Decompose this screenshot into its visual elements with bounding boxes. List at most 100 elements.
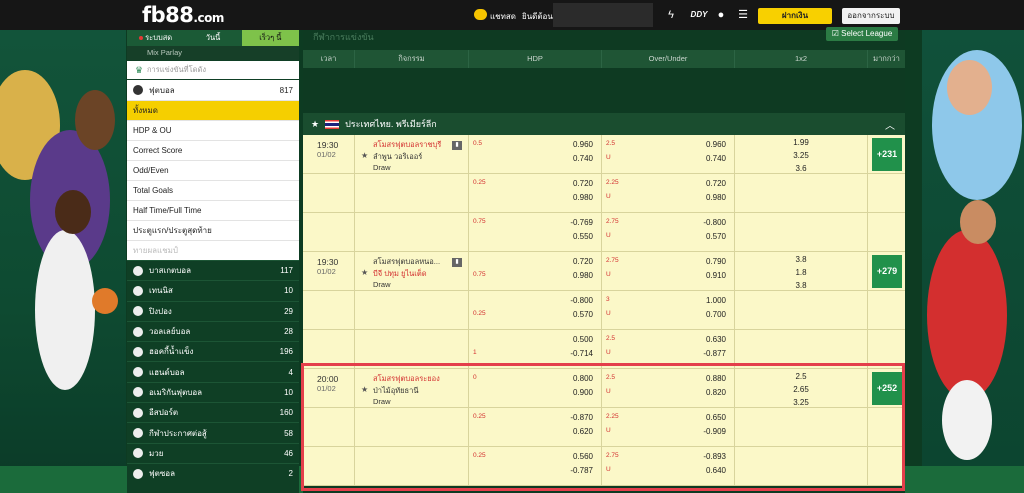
hdp-cell: 0.75 -0.769 0.550 xyxy=(469,213,602,251)
under-odd[interactable]: 0.910 xyxy=(706,271,726,280)
ddy-icon[interactable]: DDY xyxy=(690,8,708,22)
match-date: 01/02 xyxy=(317,384,336,393)
over-odd[interactable]: 1.000 xyxy=(706,296,726,305)
hdp-odd-away[interactable]: 0.620 xyxy=(573,427,593,436)
hdp-odd-away[interactable]: 0.980 xyxy=(573,193,593,202)
sidebar-item-boxing[interactable]: มวย 46 xyxy=(127,442,299,463)
under-odd[interactable]: 0.570 xyxy=(706,232,726,241)
over-odd[interactable]: 0.650 xyxy=(706,413,726,422)
over-odd[interactable]: 0.960 xyxy=(706,140,726,149)
stats-icon[interactable]: ▮ xyxy=(452,141,462,150)
over-odd[interactable]: 0.790 xyxy=(706,257,726,266)
mix-parlay-link[interactable]: Mix Parlay xyxy=(127,46,299,60)
live-chat-link[interactable]: แชทสด xyxy=(490,10,516,23)
list-icon[interactable]: ☰ xyxy=(736,8,750,22)
hdp-odd-home[interactable]: 0.560 xyxy=(573,452,593,461)
hdp-odd-away[interactable]: 0.900 xyxy=(573,388,593,397)
live-dot-icon xyxy=(139,36,144,41)
submenu-ht-ft[interactable]: Half Time/Full Time xyxy=(127,200,299,220)
sidebar-item-handball[interactable]: แฮนด์บอล 4 xyxy=(127,361,299,381)
league-header[interactable]: ★ ประเทศไทย. พรีเมียร์ลีก ︿ xyxy=(303,113,905,135)
stats-icon[interactable]: ▮ xyxy=(452,258,462,267)
tab-live[interactable]: ระบบสด xyxy=(127,30,185,46)
col-hdp[interactable]: HDP xyxy=(469,50,602,68)
hdp-odd-away[interactable]: -0.787 xyxy=(570,466,593,475)
tab-today[interactable]: วันนี้ xyxy=(184,30,242,46)
col-time[interactable]: เวลา xyxy=(303,50,355,68)
sidebar-item-futsal[interactable]: ฟุตซอล 2 xyxy=(127,462,299,483)
lightning-icon[interactable]: ϟ xyxy=(664,8,678,22)
sidebar-item-martial-arts[interactable]: กีฬาประกาศต่อสู้ 58 xyxy=(127,422,299,442)
sidebar-item-table-tennis[interactable]: ปิงปอง 29 xyxy=(127,300,299,321)
over-odd[interactable]: -0.893 xyxy=(703,452,726,461)
sidebar-item-volleyball[interactable]: วอลเลย์บอล 28 xyxy=(127,320,299,341)
more-markets-button[interactable]: +279 xyxy=(872,255,902,288)
sidebar-item-american-football[interactable]: อเมริกันฟุตบอล 10 xyxy=(127,381,299,402)
submenu-outright[interactable]: ทายผลแชมป์ xyxy=(127,240,299,260)
draw-odd[interactable]: 2.65 xyxy=(735,383,867,396)
under-label: U xyxy=(606,193,611,200)
user-icon[interactable]: ● xyxy=(714,8,728,22)
favorite-star-icon[interactable]: ★ xyxy=(361,268,368,277)
hdp-odd-home[interactable]: 0.720 xyxy=(573,179,593,188)
tab-upcoming[interactable]: เร็วๆ นี้ xyxy=(241,30,299,46)
sidebar-item-football[interactable]: ฟุตบอล 817 xyxy=(127,80,299,100)
draw-odd[interactable]: 1.8 xyxy=(735,266,867,279)
chevron-up-icon[interactable]: ︿ xyxy=(885,117,895,132)
hdp-odd-home[interactable]: 0.800 xyxy=(573,374,593,383)
select-league-button[interactable]: ☑ Select League xyxy=(826,27,898,41)
submenu-total-goals[interactable]: Total Goals xyxy=(127,180,299,200)
col-over-under[interactable]: Over/Under xyxy=(602,50,735,68)
under-odd[interactable]: 0.700 xyxy=(706,310,726,319)
hdp-odd-away[interactable]: 0.550 xyxy=(573,232,593,241)
hdp-odd-away[interactable]: 0.980 xyxy=(573,271,593,280)
hdp-odd-away[interactable]: 0.740 xyxy=(573,154,593,163)
sidebar-item-tennis[interactable]: เทนนิส 10 xyxy=(127,280,299,300)
home-win-odd[interactable]: 1.99 xyxy=(735,136,867,149)
favorite-star-icon[interactable]: ★ xyxy=(361,151,368,160)
hdp-odd-home[interactable]: -0.800 xyxy=(570,296,593,305)
more-markets-button[interactable]: +252 xyxy=(872,372,902,405)
col-more[interactable]: มากกว่า xyxy=(868,50,905,68)
popular-matches-search[interactable]: ♛ การแข่งขันที่โดดัง xyxy=(127,61,299,79)
col-event[interactable]: กิจกรรม xyxy=(355,50,469,68)
submenu-first-last-goal[interactable]: ประตูแรก/ประตูสุดท้าย xyxy=(127,220,299,240)
under-odd[interactable]: -0.877 xyxy=(703,349,726,358)
submenu-correct-score[interactable]: Correct Score xyxy=(127,140,299,160)
hdp-odd-away[interactable]: -0.714 xyxy=(570,349,593,358)
sidebar-item-basketball[interactable]: บาสเกตบอล 117 xyxy=(127,260,299,280)
sidebar-item-esports[interactable]: อีสปอร์ต 160 xyxy=(127,402,299,422)
favorite-star-icon[interactable]: ★ xyxy=(311,119,319,130)
hdp-odd-home[interactable]: -0.870 xyxy=(570,413,593,422)
favorite-star-icon[interactable]: ★ xyxy=(361,385,368,394)
hdp-odd-home[interactable]: -0.769 xyxy=(570,218,593,227)
home-win-odd[interactable]: 2.5 xyxy=(735,370,867,383)
under-odd[interactable]: 0.740 xyxy=(706,154,726,163)
draw-odd[interactable]: 3.25 xyxy=(735,149,867,162)
sidebar-item-ice-hockey[interactable]: ฮอคกี้น้ำแข็ง 196 xyxy=(127,341,299,361)
hdp-cell: 0.25 0.560 -0.787 xyxy=(469,447,602,485)
under-odd[interactable]: 0.640 xyxy=(706,466,726,475)
over-odd[interactable]: -0.800 xyxy=(703,218,726,227)
sport-count: 117 xyxy=(280,266,293,276)
deposit-button[interactable]: ฝากเงิน xyxy=(758,8,832,24)
submenu-hdp-ou[interactable]: HDP & OU xyxy=(127,120,299,140)
hdp-odd-home[interactable]: 0.960 xyxy=(573,140,593,149)
logout-button[interactable]: ออกจากระบบ xyxy=(842,8,900,24)
more-markets-button[interactable]: +231 xyxy=(872,138,902,171)
site-logo[interactable]: fb88.com xyxy=(142,3,224,27)
submenu-all[interactable]: ทั้งหมด xyxy=(127,100,299,120)
hdp-odd-home[interactable]: 0.500 xyxy=(573,335,593,344)
under-odd[interactable]: 0.980 xyxy=(706,193,726,202)
over-odd[interactable]: 0.630 xyxy=(706,335,726,344)
hdp-odd-home[interactable]: 0.720 xyxy=(573,257,593,266)
under-odd[interactable]: -0.909 xyxy=(703,427,726,436)
home-win-odd[interactable]: 3.8 xyxy=(735,253,867,266)
under-odd[interactable]: 0.820 xyxy=(706,388,726,397)
col-1x2[interactable]: 1x2 xyxy=(735,50,868,68)
hdp-odd-away[interactable]: 0.570 xyxy=(573,310,593,319)
over-odd[interactable]: 0.880 xyxy=(706,374,726,383)
chat-icon[interactable] xyxy=(474,9,487,20)
over-odd[interactable]: 0.720 xyxy=(706,179,726,188)
submenu-odd-even[interactable]: Odd/Even xyxy=(127,160,299,180)
